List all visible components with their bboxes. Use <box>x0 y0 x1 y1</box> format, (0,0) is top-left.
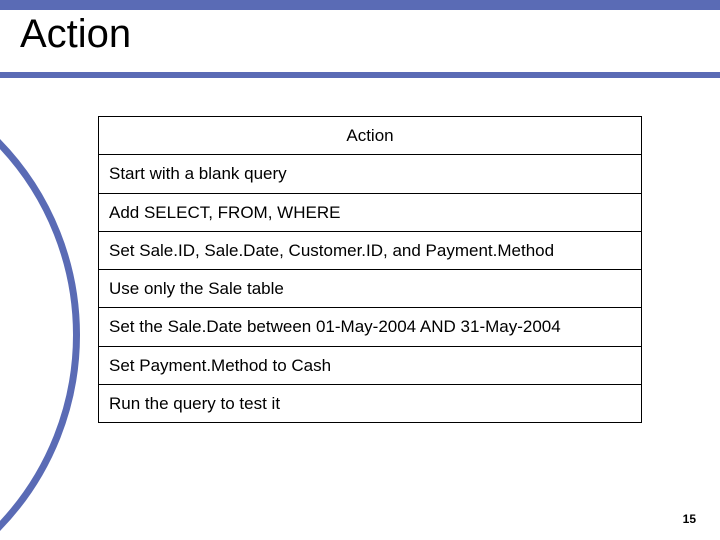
table-row: Use only the Sale table <box>99 270 642 308</box>
table-row: Set Payment.Method to Cash <box>99 346 642 384</box>
table-row: Add SELECT, FROM, WHERE <box>99 193 642 231</box>
action-table: Action Start with a blank query Add SELE… <box>98 116 642 423</box>
table-cell: Set Payment.Method to Cash <box>99 346 642 384</box>
table-cell: Set the Sale.Date between 01-May-2004 AN… <box>99 308 642 346</box>
table-cell: Set Sale.ID, Sale.Date, Customer.ID, and… <box>99 231 642 269</box>
table-header: Action <box>99 117 642 155</box>
table-cell: Run the query to test it <box>99 384 642 422</box>
accent-arc <box>0 55 80 540</box>
table-row: Set the Sale.Date between 01-May-2004 AN… <box>99 308 642 346</box>
page-number: 15 <box>683 512 696 526</box>
table-cell: Start with a blank query <box>99 155 642 193</box>
table-row: Set Sale.ID, Sale.Date, Customer.ID, and… <box>99 231 642 269</box>
page-title: Action <box>20 12 131 57</box>
table-row: Start with a blank query <box>99 155 642 193</box>
table-cell: Use only the Sale table <box>99 270 642 308</box>
slide: Action Action Start with a blank query A… <box>0 0 720 540</box>
title-underline <box>0 72 720 78</box>
top-accent-bar <box>0 0 720 10</box>
table-cell: Add SELECT, FROM, WHERE <box>99 193 642 231</box>
table-row: Run the query to test it <box>99 384 642 422</box>
